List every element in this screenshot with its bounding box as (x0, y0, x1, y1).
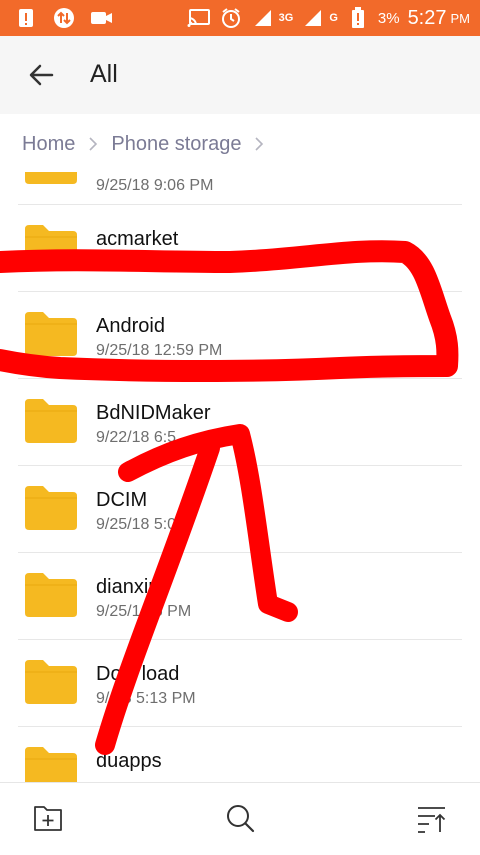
clock-ampm: PM (450, 10, 471, 26)
file-list: 9/25/18 9:06 PM acmarket Android 9/25/18… (0, 172, 480, 782)
list-item[interactable]: Dow load 9/ 18 5:13 PM (0, 640, 480, 727)
arrow-left-icon (29, 64, 54, 86)
file-name: DCIM (96, 489, 148, 511)
breadcrumb-phone-storage[interactable]: Phone storage (111, 133, 241, 156)
file-name: duapps (96, 750, 162, 772)
file-name: acmarket (96, 228, 179, 250)
add-folder-icon (34, 806, 62, 831)
list-item[interactable]: BdNIDMaker 9/22/18 6:5 (0, 379, 480, 466)
folder-icon (25, 312, 77, 356)
folder-icon (25, 573, 77, 617)
sort-icon (418, 807, 446, 833)
breadcrumb-home[interactable]: Home (22, 133, 75, 156)
network-type-3g: 3G (278, 12, 294, 24)
search-button[interactable] (223, 801, 257, 835)
folder-icon (25, 225, 77, 269)
file-name: dianxin (96, 576, 160, 598)
status-bar-system: 3G G 3% 5:27 PM (187, 6, 470, 30)
list-item[interactable]: dianxin 9/25/1 06 PM (0, 553, 480, 640)
folder-icon (25, 660, 77, 704)
file-name: BdNIDMaker (96, 402, 211, 424)
file-name: Android (96, 315, 165, 337)
sort-button[interactable] (415, 801, 449, 835)
status-bar-notifications (14, 6, 114, 30)
battery-low-icon (346, 6, 370, 30)
file-date: 9/ 18 5:13 PM (96, 690, 196, 707)
chevron-right-icon (81, 134, 105, 154)
cast-icon (187, 6, 211, 30)
clock-time: 5:27 (407, 6, 447, 29)
page-title: All (90, 60, 118, 88)
list-item[interactable]: acmarket (0, 205, 480, 292)
folder-icon (25, 399, 77, 443)
file-date: 9/25/18 5:0 (96, 516, 177, 533)
chevron-right-icon (247, 134, 271, 154)
folder-icon (25, 486, 77, 530)
app-header: All (0, 36, 480, 114)
signal-icon (301, 6, 325, 30)
video-camera-icon (90, 6, 114, 30)
list-item[interactable]: Android 9/25/18 12:59 PM (0, 292, 480, 379)
list-item[interactable]: duapps (0, 727, 480, 782)
alert-icon (14, 6, 38, 30)
network-type-g: G (329, 12, 338, 24)
file-date: 9/25/1 06 PM (96, 603, 192, 620)
breadcrumb: Home Phone storage (0, 114, 480, 174)
list-item[interactable]: DCIM 9/25/18 5:0 (0, 466, 480, 553)
file-name: Dow load (96, 663, 180, 685)
new-folder-button[interactable] (31, 801, 65, 835)
data-transfer-icon (52, 6, 76, 30)
folder-icon (25, 172, 77, 184)
file-date: 9/22/18 6:5 (96, 429, 177, 446)
list-item[interactable]: 9/25/18 9:06 PM (0, 172, 480, 205)
bottom-toolbar (0, 782, 480, 855)
file-date: 9/25/18 9:06 PM (96, 177, 214, 194)
signal-icon (251, 6, 275, 30)
status-bar: 3G G 3% 5:27 PM (0, 0, 480, 36)
alarm-icon (219, 6, 243, 30)
battery-percent: 3% (377, 9, 400, 27)
folder-icon (25, 747, 77, 782)
search-icon (227, 805, 255, 833)
back-button[interactable] (24, 58, 58, 92)
file-date: 9/25/18 12:59 PM (96, 342, 223, 359)
